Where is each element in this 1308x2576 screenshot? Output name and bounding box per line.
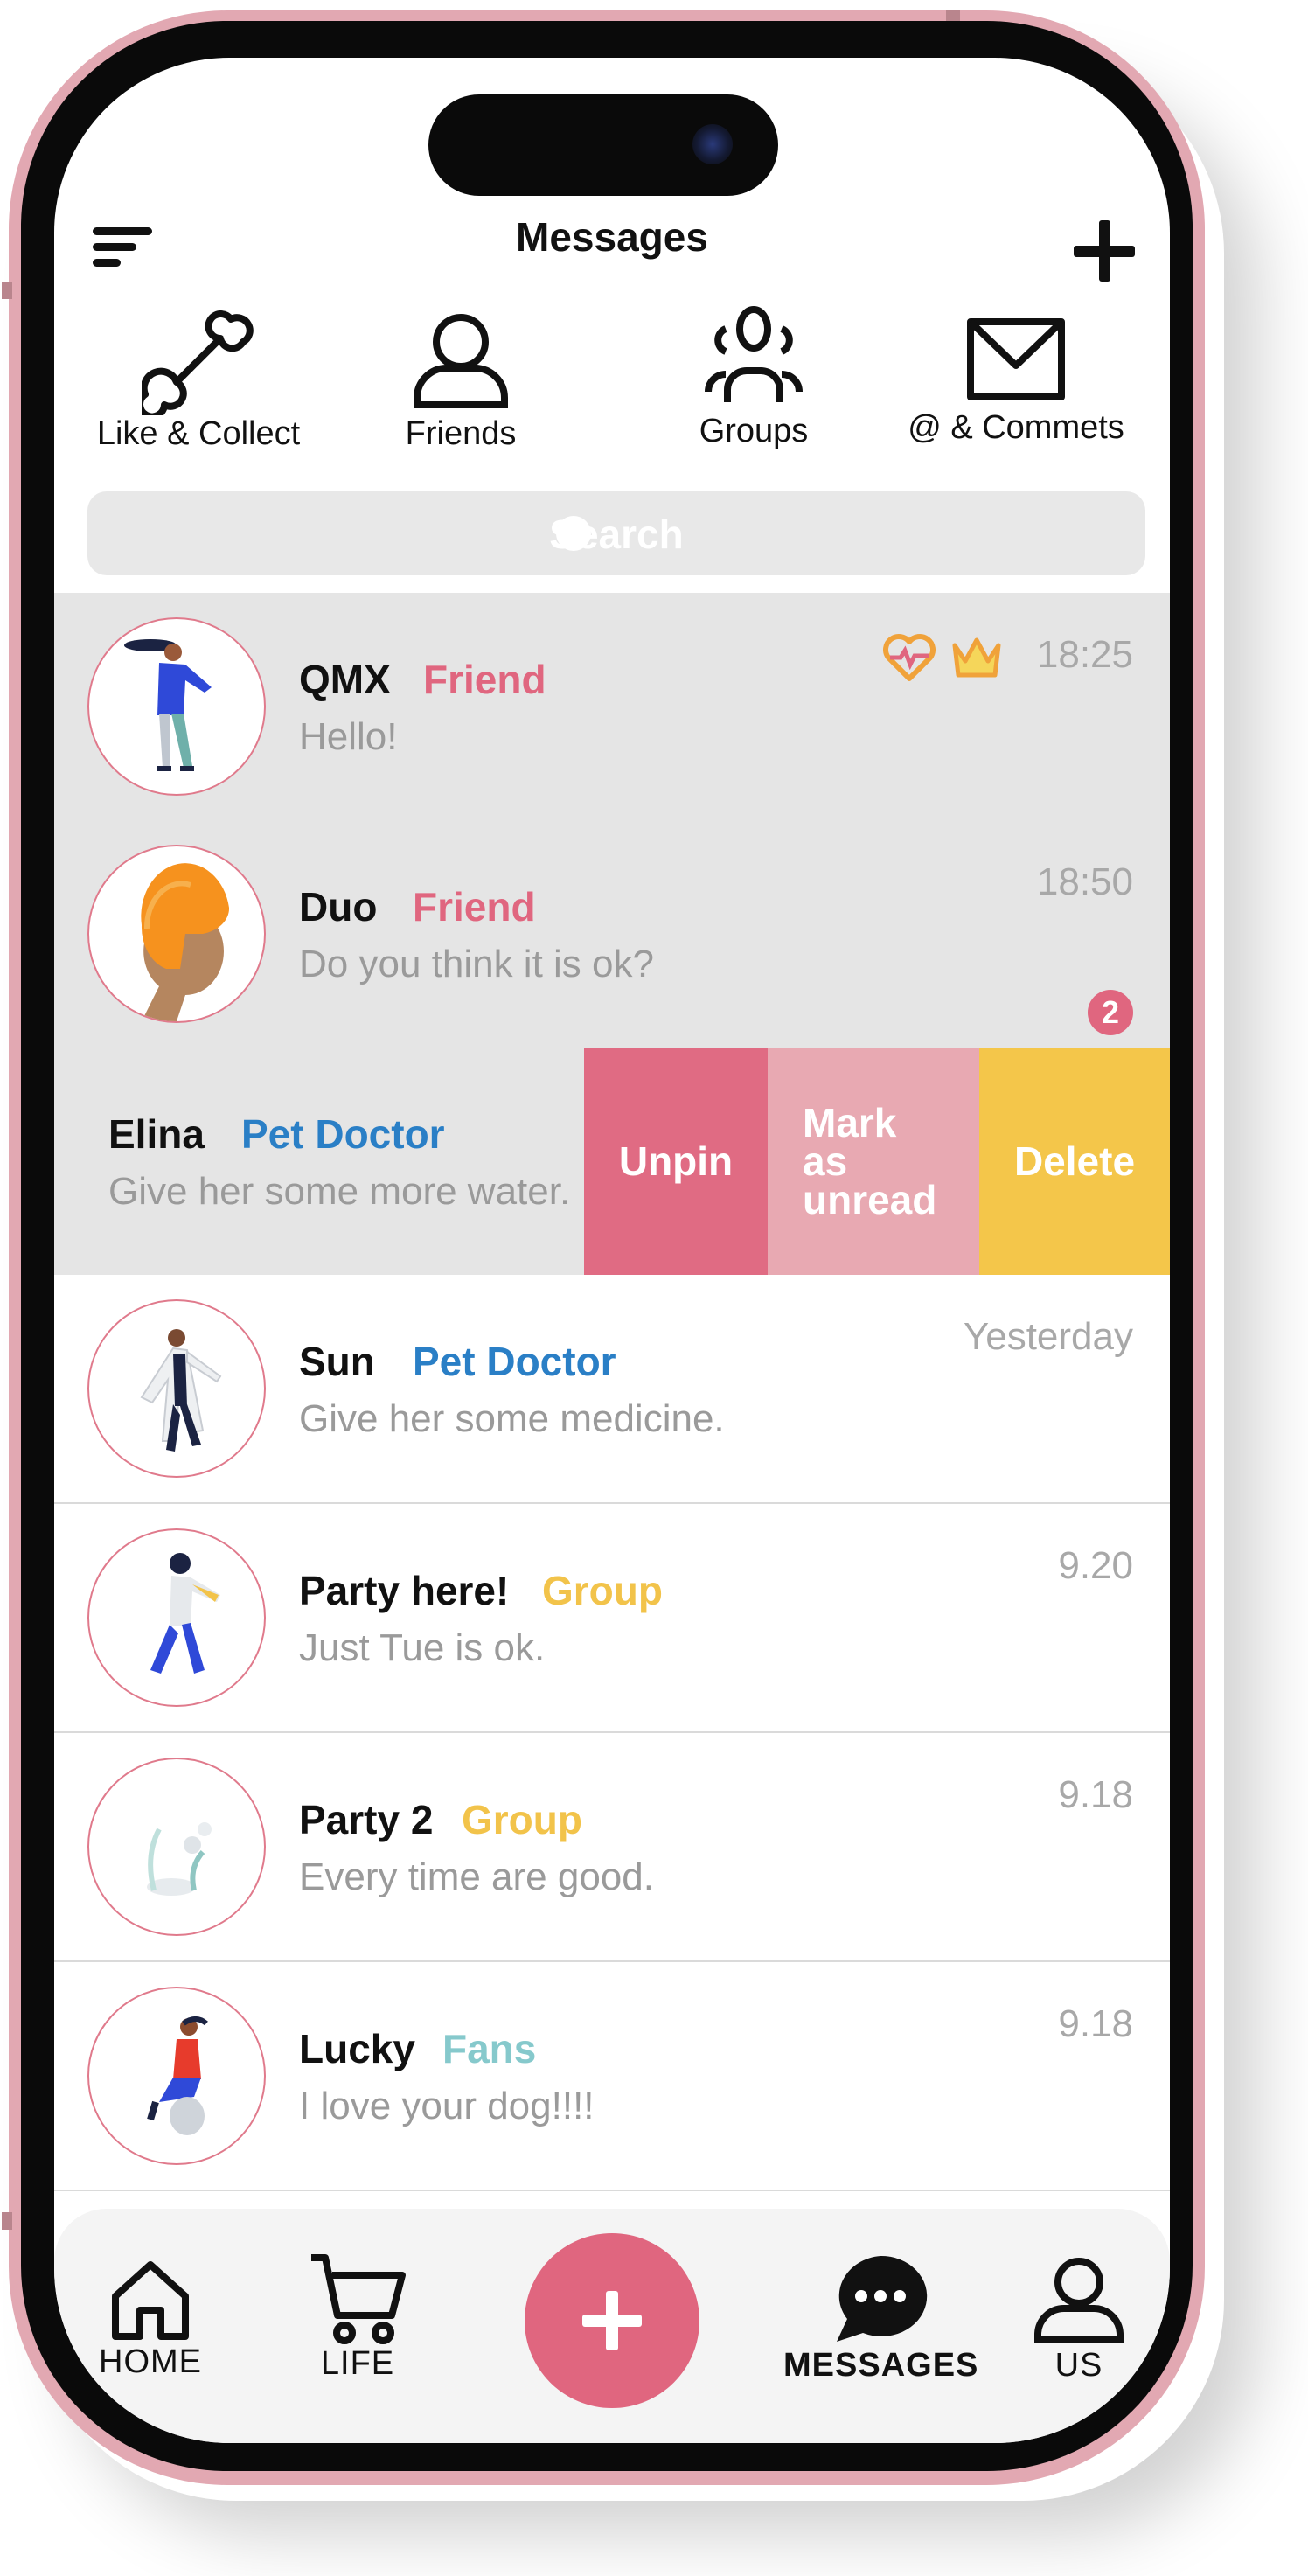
contact-name: Lucky — [299, 2026, 415, 2071]
contact-tag: Group — [542, 1568, 663, 1613]
unpin-button[interactable]: Unpin — [584, 1048, 768, 1275]
screen: Messages Like & Collect Friends Groups @… — [54, 58, 1170, 2443]
contact-name: Party here! — [299, 1568, 510, 1613]
message-preview: Hello! — [299, 715, 398, 758]
person-icon — [414, 314, 508, 408]
envelope-icon — [967, 318, 1065, 400]
tab-us[interactable]: US — [1026, 2256, 1131, 2385]
contact-tag: Pet Doctor — [413, 1339, 616, 1384]
list-item[interactable]: Duo Friend Do you think it is ok? 18:50 … — [54, 820, 1170, 1048]
side-button — [2, 282, 12, 299]
chat-bubble-icon — [837, 2255, 928, 2342]
search-placeholder: Search — [549, 512, 684, 557]
camera-icon — [692, 124, 733, 164]
category-like-collect[interactable]: Like & Collect — [89, 307, 308, 453]
category-friends[interactable]: Friends — [386, 307, 535, 453]
contact-tag: Group — [462, 1797, 582, 1842]
avatar — [87, 1987, 266, 2165]
category-label: Friends — [405, 415, 517, 452]
crown-icon — [952, 637, 1001, 678]
page-title: Messages — [516, 214, 708, 260]
profile-icon — [1034, 2258, 1124, 2343]
category-label: @ & Commets — [908, 409, 1124, 446]
mark-unread-button[interactable]: Mark as unread — [768, 1048, 979, 1275]
search-input[interactable]: Search — [87, 491, 1145, 575]
message-time: 9.20 — [1058, 1544, 1133, 1587]
contact-tag: Friend — [423, 657, 546, 702]
list-item-swiped[interactable]: Elina Pet Doctor Give her some more wate… — [54, 1048, 1170, 1275]
message-preview: I love your dog!!!! — [299, 2085, 595, 2127]
add-icon[interactable] — [1074, 220, 1135, 282]
tab-label: US — [1054, 2347, 1103, 2384]
message-time: 9.18 — [1058, 1773, 1133, 1816]
category-label: Groups — [699, 413, 809, 449]
message-time: 18:25 — [1036, 633, 1133, 676]
avatar — [87, 1299, 266, 1478]
contact-tag: Fans — [442, 2026, 537, 2071]
category-groups[interactable]: Groups — [675, 304, 832, 450]
contact-name: Sun — [299, 1339, 375, 1384]
avatar — [87, 1758, 266, 1936]
contact-tag: Friend — [413, 884, 536, 929]
list-item[interactable]: Sun Pet Doctor Give her some medicine. Y… — [54, 1275, 1170, 1504]
contact-name: QMX — [299, 657, 391, 702]
avatar — [87, 1528, 266, 1707]
unread-badge: 2 — [1088, 990, 1133, 1035]
message-time: Yesterday — [963, 1315, 1133, 1358]
list-item[interactable]: Party 2 Group Every time are good. 9.18 — [54, 1733, 1170, 1962]
category-label: Like & Collect — [96, 415, 301, 452]
message-preview: Give her some more water. — [108, 1170, 571, 1213]
message-preview: Do you think it is ok? — [299, 943, 654, 985]
tab-life[interactable]: LIFE — [301, 2251, 414, 2383]
message-time: 9.18 — [1058, 2002, 1133, 2045]
side-button — [2, 2212, 12, 2230]
list-item[interactable]: Lucky Fans I love your dog!!!! 9.18 — [54, 1962, 1170, 2191]
message-preview: Give her some medicine. — [299, 1397, 725, 1440]
tab-label: HOME — [99, 2343, 202, 2380]
contact-name: Duo — [299, 884, 378, 929]
list-item[interactable]: Party here! Group Just Tue is ok. 9.20 — [54, 1504, 1170, 1733]
mark-unread-label: Mark as unread — [803, 1100, 937, 1222]
message-preview: Just Tue is ok. — [299, 1626, 546, 1669]
tab-messages[interactable]: MESSAGES — [783, 2251, 978, 2385]
contact-name: Party 2 — [299, 1797, 434, 1842]
tab-bar: HOME LIFE MESSAGES US — [54, 2209, 1170, 2443]
contact-name: Elina — [108, 1111, 205, 1157]
create-post-button[interactable] — [525, 2233, 699, 2408]
tab-label: LIFE — [320, 2345, 395, 2382]
avatar — [87, 845, 266, 1023]
heart-pulse-icon — [883, 634, 936, 681]
cart-icon — [311, 2254, 406, 2344]
tab-home[interactable]: HOME — [89, 2256, 212, 2381]
home-icon — [112, 2261, 189, 2340]
bone-icon — [142, 310, 254, 415]
message-preview: Every time are good. — [299, 1855, 654, 1898]
list-item[interactable]: QMX Friend Hello! 18:25 — [54, 593, 1170, 822]
category-comments[interactable]: @ & Commets — [894, 310, 1138, 447]
avatar — [87, 617, 266, 796]
message-time: 18:50 — [1036, 860, 1133, 903]
group-icon — [705, 306, 803, 402]
tab-label: MESSAGES — [783, 2347, 979, 2384]
contact-tag: Pet Doctor — [241, 1111, 445, 1157]
delete-button[interactable]: Delete — [979, 1048, 1170, 1275]
